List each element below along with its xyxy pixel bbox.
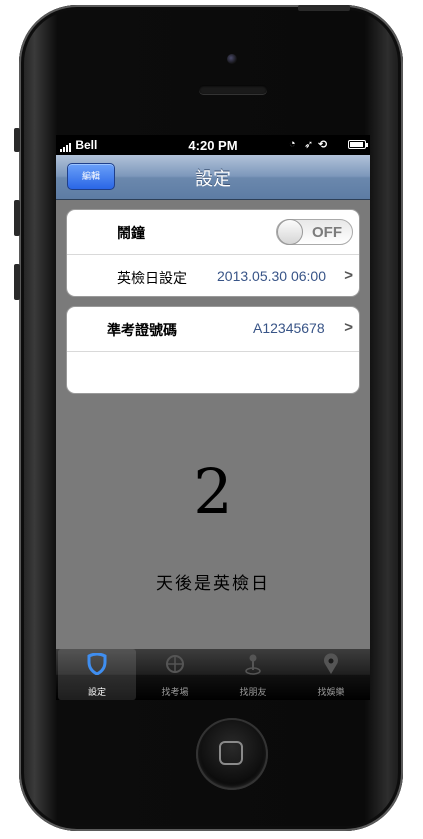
shield-icon	[87, 653, 107, 675]
countdown-number: 2	[193, 455, 233, 528]
location-pin-icon	[324, 653, 338, 674]
chevron-right-icon: >	[344, 267, 353, 284]
settings-group-admission: 準考證號碼 A12345678 >	[66, 306, 360, 394]
front-camera	[227, 54, 237, 64]
exam-date-value: 2013.05.30 06:00	[217, 268, 326, 284]
exam-date-row[interactable]: 英檢日設定 2013.05.30 06:00 >	[67, 254, 359, 296]
home-square-icon	[219, 741, 243, 765]
app-screen: Bell 4:20 PM ◔ ➶ ⟲ 編輯 設定 鬧鐘 OFF 英檢日設定 20…	[56, 135, 370, 700]
alarm-row: 鬧鐘 OFF	[67, 210, 359, 253]
navigation-bar: 編輯 設定	[56, 155, 370, 200]
battery-tip	[366, 143, 368, 147]
earpiece-speaker	[199, 85, 267, 94]
tab-label: 找考場	[161, 687, 189, 697]
tab-label: 設定	[87, 687, 106, 697]
chevron-right-icon: >	[344, 319, 353, 336]
volume-down-button	[14, 264, 20, 300]
alarm-toggle[interactable]: OFF	[276, 219, 353, 245]
alarm-label: 鬧鐘	[117, 225, 145, 241]
mute-switch	[14, 128, 20, 152]
compass-icon	[166, 655, 184, 673]
location-arrow-icon: ➶	[304, 139, 314, 151]
admission-row[interactable]: 準考證號碼 A12345678 >	[67, 307, 359, 350]
volume-up-button	[14, 200, 20, 236]
rotation-lock-icon: ⟲	[318, 139, 328, 151]
battery-icon	[348, 140, 366, 149]
tab-label: 找朋友	[239, 687, 267, 697]
tab-find-venue[interactable]: 找考場	[136, 649, 214, 700]
exam-date-label: 英檢日設定	[117, 270, 187, 286]
admission-value: A12345678	[253, 320, 325, 336]
home-button[interactable]	[196, 718, 268, 790]
status-bar: Bell 4:20 PM ◔ ➶ ⟲	[56, 135, 370, 155]
tab-settings[interactable]: 設定	[58, 649, 136, 700]
alarm-clock-icon: ◔	[289, 138, 296, 150]
page-title: 設定	[195, 169, 231, 189]
settings-group-alarm: 鬧鐘 OFF 英檢日設定 2013.05.30 06:00 >	[66, 209, 360, 297]
toggle-state-label: OFF	[312, 224, 342, 241]
tab-bar: 設定 找考場 找朋友 找娛樂	[56, 649, 370, 700]
power-button	[298, 5, 350, 11]
admission-label: 準考證號碼	[107, 322, 177, 338]
map-pin-person-icon	[245, 654, 261, 675]
tab-find-entertainment[interactable]: 找娛樂	[292, 649, 370, 700]
tab-label: 找娛樂	[317, 687, 345, 697]
tab-find-friends[interactable]: 找朋友	[214, 649, 292, 700]
countdown-caption: 天後是英檢日	[156, 574, 270, 594]
empty-row	[67, 351, 359, 393]
toggle-knob	[277, 219, 303, 245]
